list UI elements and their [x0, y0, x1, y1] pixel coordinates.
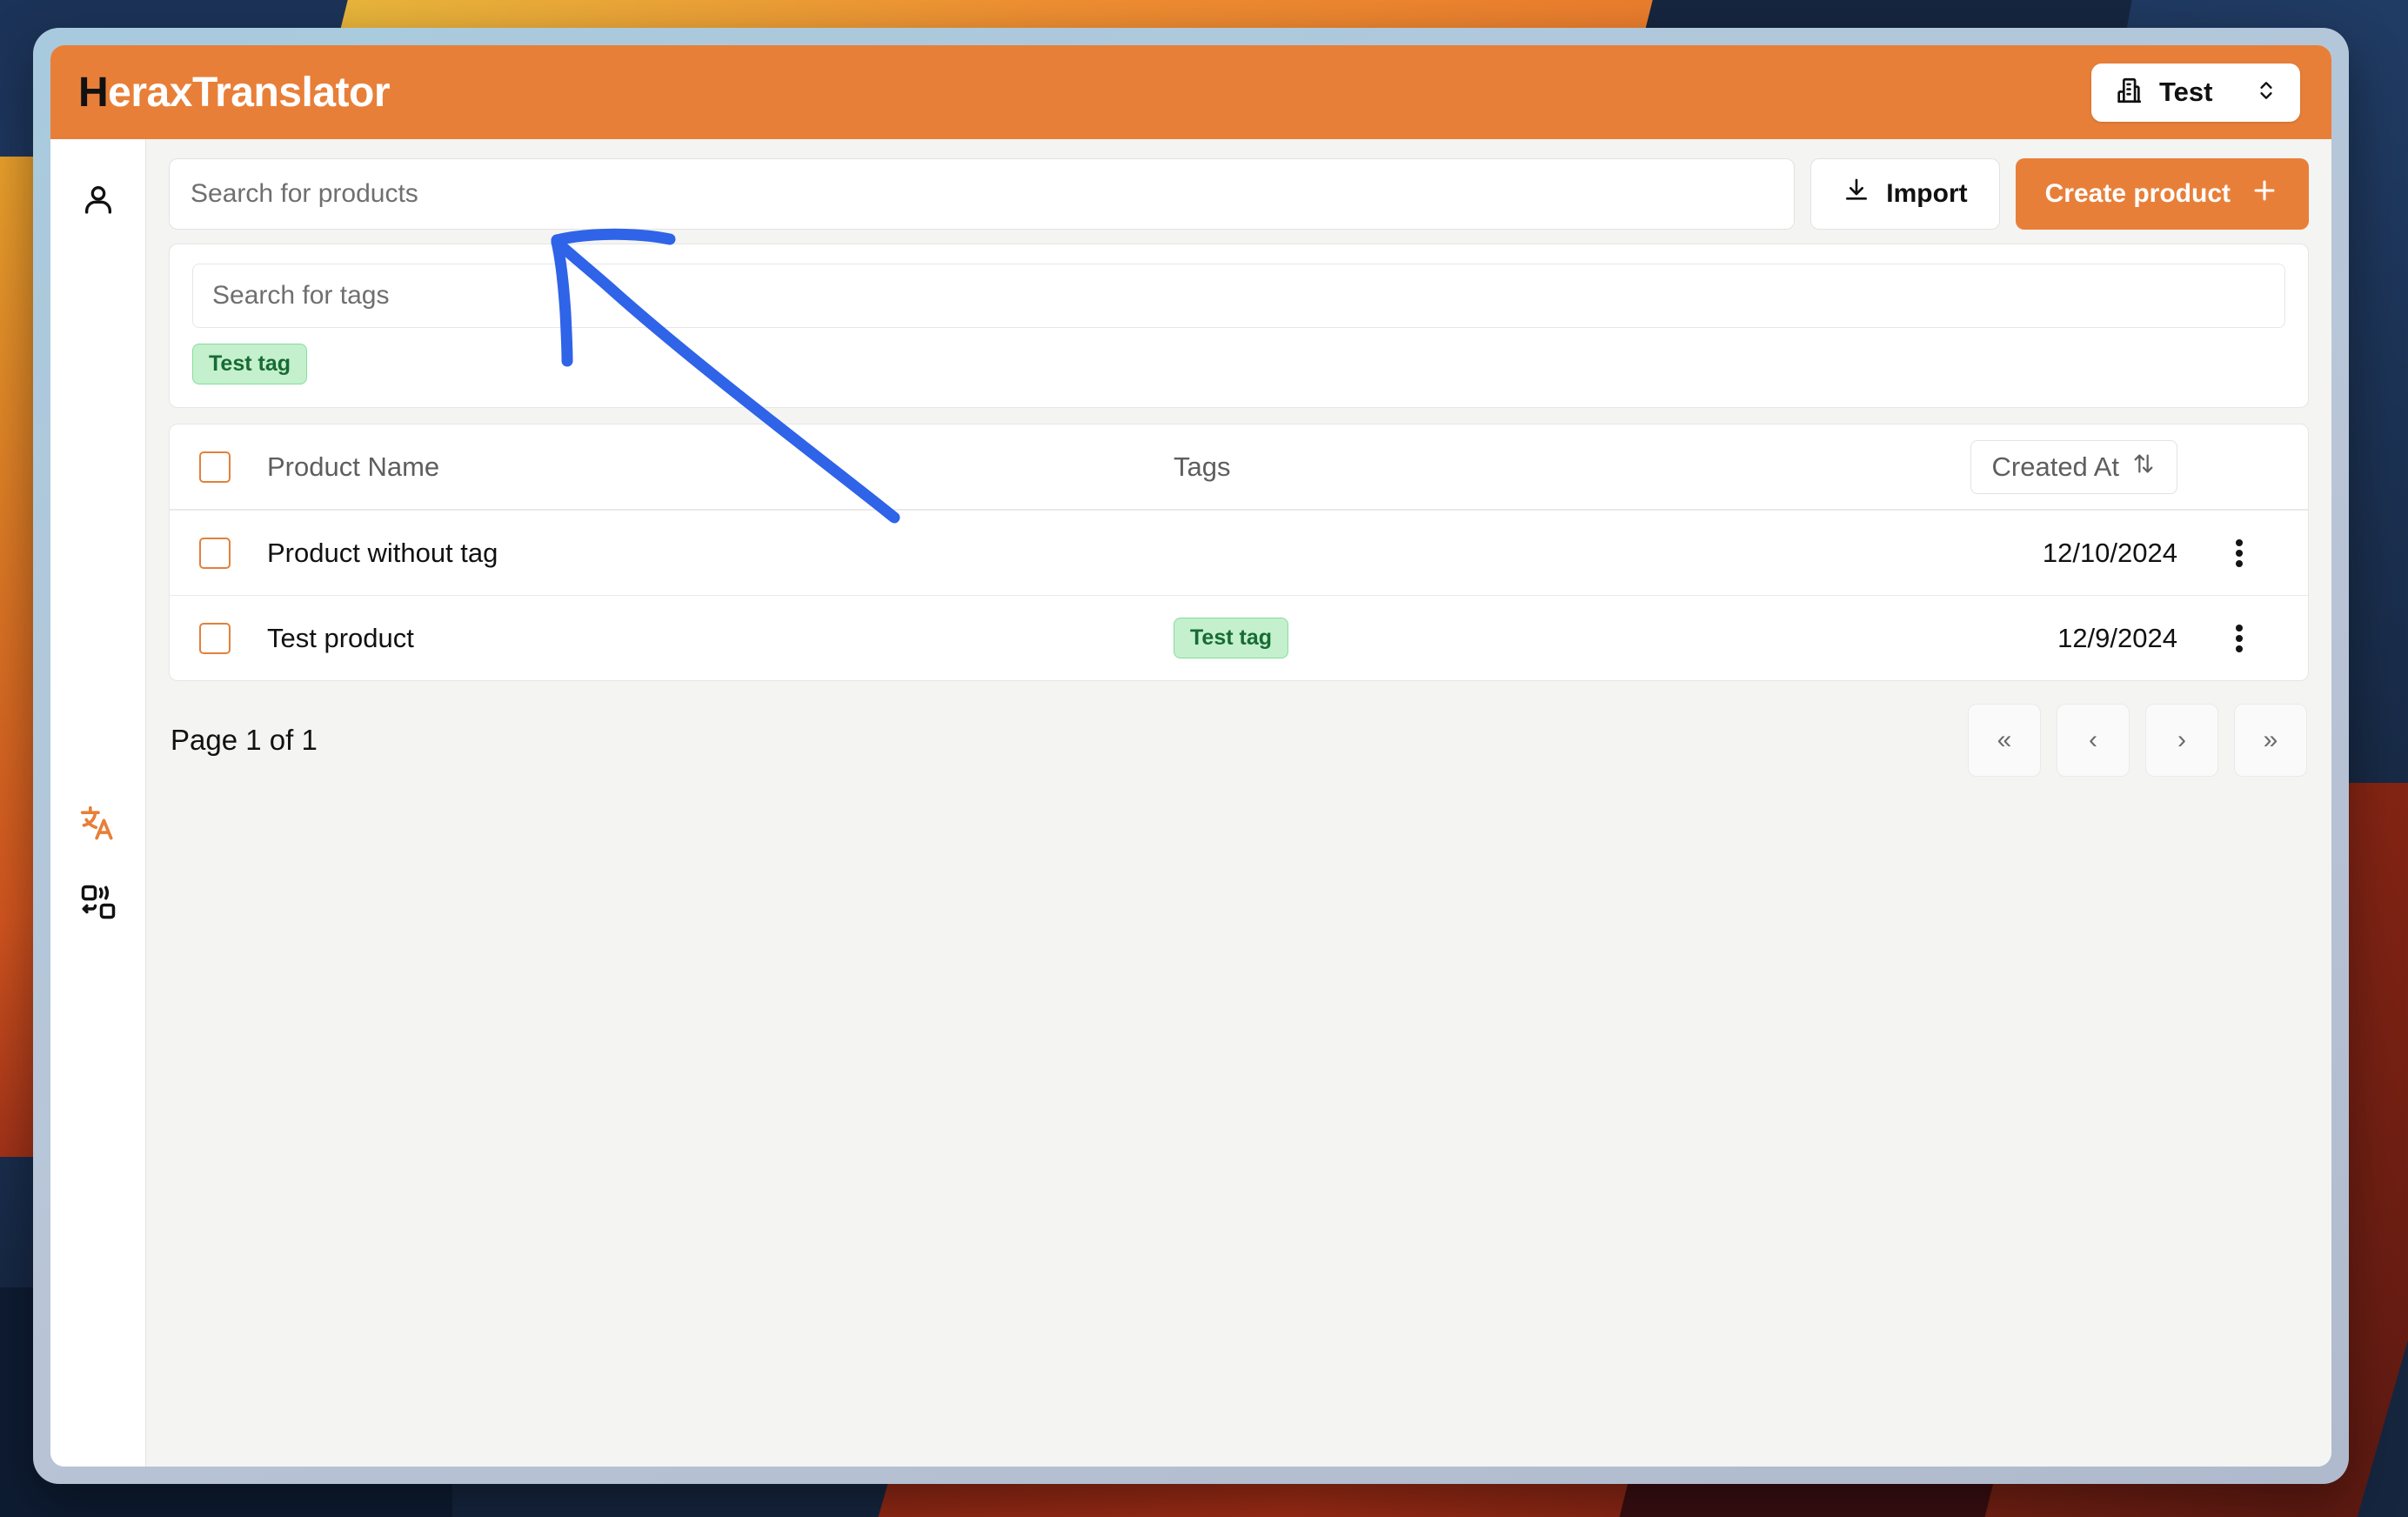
import-button[interactable]: Import	[1810, 158, 2000, 230]
tag-chip-list: Test tag	[192, 344, 2285, 384]
kebab-menu-icon	[2236, 536, 2243, 571]
create-product-button-label: Create product	[2044, 179, 2231, 208]
plus-icon	[2250, 176, 2279, 212]
column-header-created-at-wrap: Created At	[1835, 439, 2200, 494]
row-checkbox[interactable]	[199, 537, 231, 569]
create-product-button[interactable]: Create product	[2015, 158, 2309, 230]
first-page-button[interactable]: «	[1968, 704, 2041, 777]
row-actions-menu-button[interactable]	[2200, 621, 2278, 656]
sidebar-item-account[interactable]	[73, 176, 124, 226]
download-icon	[1843, 177, 1870, 211]
import-button-label: Import	[1886, 179, 1968, 208]
table-header-row: Product Name Tags Created At	[170, 424, 2308, 510]
select-all-checkbox[interactable]	[199, 451, 231, 483]
pagination: Page 1 of 1 « ‹ › »	[169, 704, 2309, 777]
last-page-button[interactable]: »	[2234, 704, 2307, 777]
column-header-tags: Tags	[1174, 451, 1231, 482]
tag-search-input[interactable]	[192, 264, 2285, 328]
logo-initial: H	[78, 69, 109, 116]
cell-product-name: Product without tag	[267, 537, 498, 568]
sort-created-at-button[interactable]: Created At	[1970, 439, 2177, 494]
cell-created-at: 12/10/2024	[2042, 537, 2177, 568]
pagination-buttons: « ‹ › »	[1968, 704, 2307, 777]
logo-text: eraxTranslator	[108, 69, 391, 116]
sidebar	[50, 139, 146, 1467]
app-logo: HeraxTranslator	[78, 69, 391, 117]
prev-page-button[interactable]: ‹	[2057, 704, 2130, 777]
product-search-input[interactable]	[169, 158, 1796, 230]
cell-product-name: Test product	[267, 622, 414, 653]
chevron-up-down-icon	[2255, 77, 2278, 108]
cell-tags: Test tag	[1174, 618, 1835, 658]
org-switcher-label: Test	[2159, 77, 2213, 107]
row-tag-chip[interactable]: Test tag	[1174, 618, 1288, 658]
toolbar: Import Create product	[169, 158, 2309, 230]
app-header: HeraxTranslator Test	[50, 45, 2331, 139]
tag-filter-panel: Test tag	[169, 244, 2309, 408]
sort-button-label: Created At	[1991, 451, 2119, 482]
app-body: Import Create product	[50, 139, 2331, 1467]
table-row[interactable]: Product without tag 12/10/2024	[170, 510, 2308, 595]
pagination-label: Page 1 of 1	[171, 724, 318, 756]
app-root: HeraxTranslator Test Search for products…	[50, 45, 2331, 1467]
sidebar-bottom-group	[50, 800, 145, 938]
tag-chip[interactable]: Test tag	[192, 344, 307, 384]
main-content: Import Create product	[146, 139, 2331, 1467]
kebab-menu-icon	[2236, 621, 2243, 656]
row-checkbox[interactable]	[199, 622, 231, 654]
app-window: HeraxTranslator Test Search for products…	[33, 28, 2349, 1484]
table-row[interactable]: Test product Test tag 12/9/2024	[170, 595, 2308, 680]
org-switcher-button[interactable]: Test	[2091, 63, 2300, 122]
building-icon	[2114, 76, 2144, 110]
sort-updown-icon	[2131, 451, 2156, 483]
translate-icon	[79, 805, 117, 847]
column-header-product-name: Product Name	[267, 451, 440, 482]
desktop-background: HeraxTranslator Test Search for products…	[0, 0, 2408, 1517]
account-icon	[81, 182, 116, 221]
replace-icon	[80, 884, 117, 925]
products-table: Product Name Tags Created At Product wit…	[169, 424, 2309, 681]
row-actions-menu-button[interactable]	[2200, 536, 2278, 571]
sidebar-item-translate[interactable]	[73, 800, 124, 851]
sidebar-item-replace[interactable]	[73, 879, 124, 929]
next-page-button[interactable]: ›	[2145, 704, 2218, 777]
cell-created-at: 12/9/2024	[2057, 622, 2177, 653]
